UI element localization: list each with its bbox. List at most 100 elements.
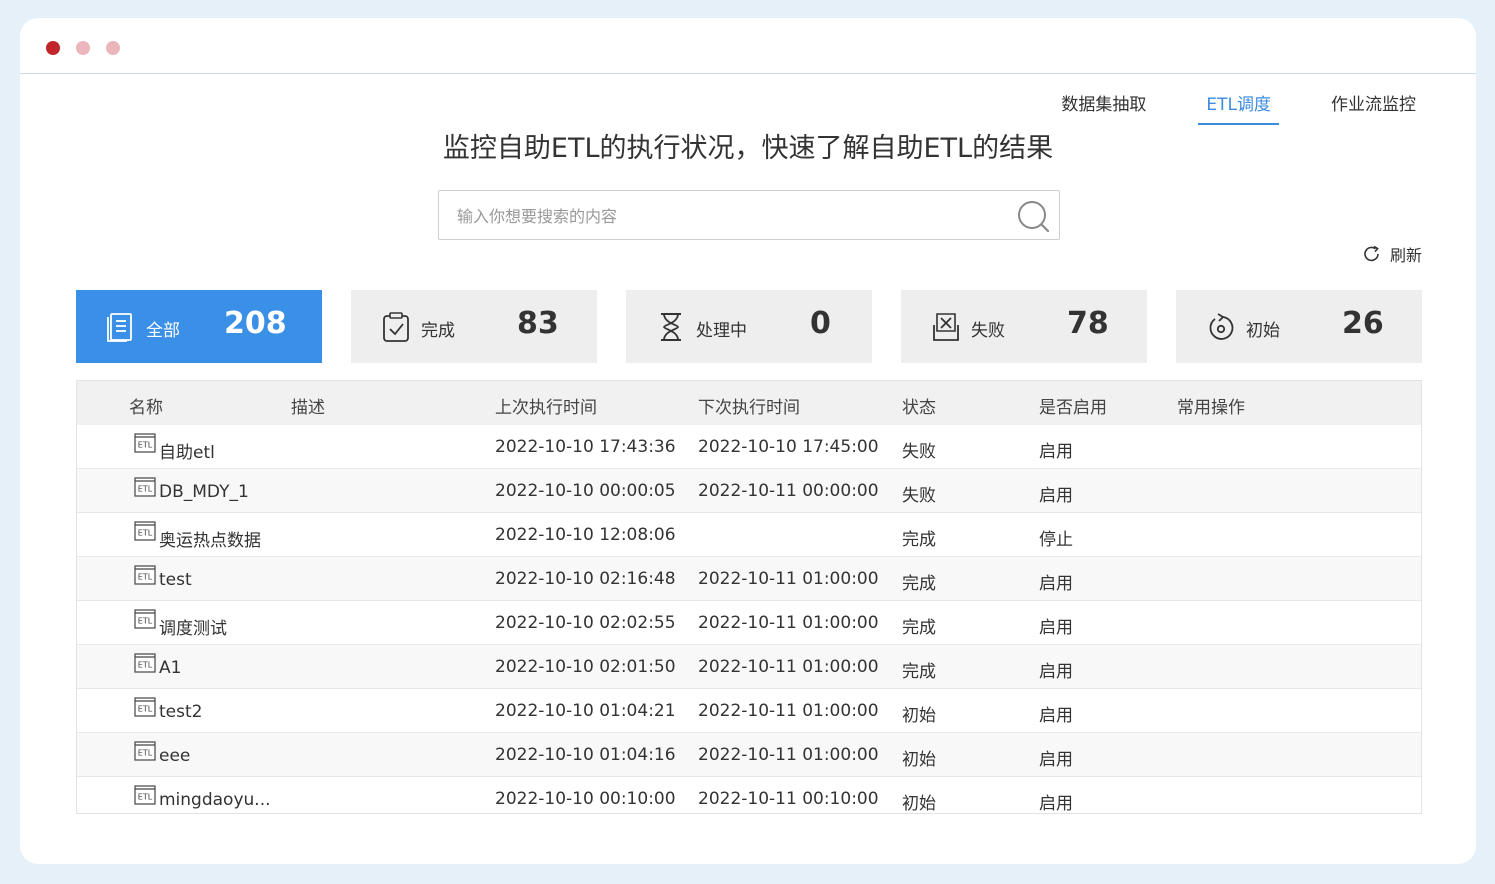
cell-status: 失败 — [902, 486, 936, 506]
etl-file-icon: ETL — [134, 697, 156, 717]
tab-etl-schedule[interactable]: ETL调度 — [1198, 90, 1279, 125]
table-row[interactable]: ETL test2 2022-10-10 01:04:21 2022-10-11 01… — [77, 689, 1421, 733]
cell-name[interactable]: eee — [159, 746, 190, 766]
cell-name[interactable]: 奥运热点数据 — [159, 526, 261, 551]
table-header: 名称 描述 上次执行时间 下次执行时间 状态 是否启用 常用操作 — [77, 381, 1421, 425]
card-count: 26 — [1342, 306, 1384, 341]
svg-text:ETL: ETL — [138, 441, 153, 450]
search-icon[interactable] — [1017, 200, 1051, 234]
col-header-status[interactable]: 状态 — [902, 393, 936, 418]
cell-status: 初始 — [902, 794, 936, 814]
cell-status: 完成 — [902, 618, 936, 638]
cell-name[interactable]: 调度测试 — [159, 614, 227, 639]
card-initial[interactable]: 初始 26 — [1176, 290, 1422, 363]
cell-enabled: 启用 — [1039, 794, 1073, 814]
svg-text:ETL: ETL — [138, 793, 153, 802]
etl-file-icon: ETL — [134, 521, 156, 541]
etl-file-icon: ETL — [134, 565, 156, 585]
app-window: 数据集抽取 ETL调度 作业流监控 监控自助ETL的执行状况，快速了解自助ETL… — [20, 18, 1476, 864]
clipboard-check-icon — [383, 312, 409, 342]
tab-workflow-monitor[interactable]: 作业流监控 — [1331, 90, 1416, 125]
minimize-window-dot[interactable] — [76, 41, 90, 55]
cell-enabled: 启用 — [1039, 574, 1073, 594]
card-label: 失败 — [971, 321, 1005, 341]
cell-name[interactable]: DB_MDY_1 — [159, 482, 249, 502]
cell-next-run: 2022-10-11 01:00:00 — [698, 613, 879, 633]
table-row[interactable]: ETL eee 2022-10-10 01:04:16 2022-10-11 01:0… — [77, 733, 1421, 777]
cell-last-run: 2022-10-10 01:04:16 — [495, 745, 676, 765]
card-count: 0 — [810, 306, 831, 341]
col-header-last-run[interactable]: 上次执行时间 — [495, 393, 597, 418]
hourglass-icon — [661, 313, 681, 341]
cell-enabled: 启用 — [1039, 618, 1073, 638]
table-row[interactable]: ETL A1 2022-10-10 02:01:50 2022-10-11 01:00… — [77, 645, 1421, 689]
etl-file-icon: ETL — [134, 653, 156, 673]
cell-last-run: 2022-10-10 17:43:36 — [495, 437, 676, 457]
svg-text:ETL: ETL — [138, 529, 153, 538]
svg-text:ETL: ETL — [138, 485, 153, 494]
table-row[interactable]: ETL DB_MDY_1 2022-10-10 00:00:05 2022-10-11… — [77, 469, 1421, 513]
card-count: 78 — [1067, 306, 1109, 341]
close-window-dot[interactable] — [46, 41, 60, 55]
etl-table: 名称 描述 上次执行时间 下次执行时间 状态 是否启用 常用操作 ETL 自助et… — [76, 380, 1422, 814]
svg-text:ETL: ETL — [138, 617, 153, 626]
cell-next-run: 2022-10-10 17:45:00 — [698, 437, 879, 457]
svg-text:ETL: ETL — [138, 749, 153, 758]
cell-enabled: 启用 — [1039, 662, 1073, 682]
card-label: 完成 — [421, 321, 455, 341]
cell-last-run: 2022-10-10 02:02:55 — [495, 613, 676, 633]
col-header-ops[interactable]: 常用操作 — [1177, 393, 1245, 418]
search-input[interactable] — [457, 203, 997, 229]
cell-enabled: 启用 — [1039, 442, 1073, 462]
cell-enabled: 停止 — [1039, 530, 1073, 550]
col-header-next-run[interactable]: 下次执行时间 — [698, 393, 800, 418]
cell-status: 失败 — [902, 442, 936, 462]
cell-status: 完成 — [902, 574, 936, 594]
refresh-button[interactable]: 刷新 — [1362, 242, 1422, 266]
col-header-name[interactable]: 名称 — [129, 393, 163, 418]
table-row[interactable]: ETL test 2022-10-10 02:16:48 2022-10-11 01:… — [77, 557, 1421, 601]
col-header-desc[interactable]: 描述 — [291, 393, 325, 418]
card-complete[interactable]: 完成 83 — [351, 290, 597, 363]
etl-file-icon: ETL — [134, 785, 156, 805]
cell-name[interactable]: test2 — [159, 702, 202, 722]
list-icon — [107, 313, 132, 342]
cell-last-run: 2022-10-10 00:10:00 — [495, 789, 676, 809]
cell-enabled: 启用 — [1039, 486, 1073, 506]
svg-text:ETL: ETL — [138, 661, 153, 670]
table-row[interactable]: ETL 自助etl 2022-10-10 17:43:36 2022-10-10 17… — [77, 425, 1421, 469]
refresh-label: 刷新 — [1389, 246, 1422, 265]
card-label: 全部 — [146, 321, 180, 341]
card-count: 208 — [224, 306, 287, 341]
etl-file-icon: ETL — [134, 433, 156, 453]
cell-name[interactable]: A1 — [159, 658, 181, 678]
table-row[interactable]: ETL mingdaoyu... 2022-10-10 00:10:00 2022-1… — [77, 777, 1421, 814]
page-headline: 监控自助ETL的执行状况，快速了解自助ETL的结果 — [442, 133, 1054, 164]
table-body: ETL 自助etl 2022-10-10 17:43:36 2022-10-10 17… — [77, 425, 1421, 814]
card-label: 初始 — [1246, 321, 1280, 341]
card-count: 83 — [517, 306, 559, 341]
svg-text:ETL: ETL — [138, 573, 153, 582]
cell-name[interactable]: mingdaoyu... — [159, 790, 271, 810]
cell-status: 初始 — [902, 706, 936, 726]
cell-last-run: 2022-10-10 02:16:48 — [495, 569, 676, 589]
initial-reset-icon — [1209, 313, 1234, 340]
cell-name[interactable]: test — [159, 570, 192, 590]
svg-text:ETL: ETL — [138, 705, 153, 714]
cell-status: 完成 — [902, 530, 936, 550]
status-cards: 全部 208 完成 83 处理中 0 失败 78 初始 26 — [76, 290, 1422, 363]
cell-name[interactable]: 自助etl — [159, 438, 215, 463]
card-all[interactable]: 全部 208 — [76, 290, 322, 363]
card-label: 处理中 — [696, 321, 747, 341]
card-failed[interactable]: 失败 78 — [901, 290, 1147, 363]
card-processing[interactable]: 处理中 0 — [626, 290, 872, 363]
cell-next-run: 2022-10-11 01:00:00 — [698, 701, 879, 721]
cell-status: 初始 — [902, 750, 936, 770]
col-header-enabled[interactable]: 是否启用 — [1039, 393, 1107, 418]
cell-last-run: 2022-10-10 02:01:50 — [495, 657, 676, 677]
etl-file-icon: ETL — [134, 477, 156, 497]
table-row[interactable]: ETL 调度测试 2022-10-10 02:02:55 2022-10-11 01:… — [77, 601, 1421, 645]
table-row[interactable]: ETL 奥运热点数据 2022-10-10 12:08:06 完成 停止 — [77, 513, 1421, 557]
tab-dataset-extract[interactable]: 数据集抽取 — [1061, 90, 1146, 125]
maximize-window-dot[interactable] — [106, 41, 120, 55]
